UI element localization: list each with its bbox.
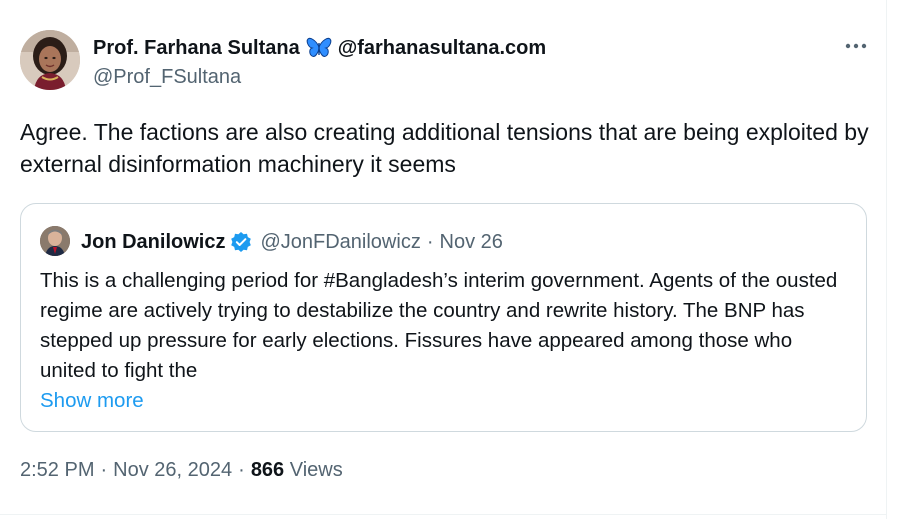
- quote-header: Jon Danilowicz @JonFDanilowicz · Nov 26: [81, 229, 503, 255]
- tweet-date[interactable]: Nov 26, 2024: [113, 459, 232, 481]
- ellipsis-icon: [845, 43, 867, 49]
- profile-photo-icon: [40, 226, 70, 256]
- butterfly-icon: [306, 37, 331, 57]
- quoted-tweet-card[interactable]: Jon Danilowicz @JonFDanilowicz · Nov 26 …: [20, 203, 867, 432]
- bottom-divider: [0, 514, 886, 515]
- tweet-time[interactable]: 2:52 PM: [20, 459, 94, 481]
- views-label: Views: [289, 459, 343, 481]
- show-more-link[interactable]: Show more: [40, 386, 144, 416]
- verified-badge-icon: [231, 232, 252, 252]
- quote-separator: ·: [426, 230, 434, 253]
- right-divider: [886, 0, 887, 519]
- quote-text: This is a challenging period for #Bangla…: [40, 269, 838, 382]
- quote-author-avatar[interactable]: [40, 226, 70, 256]
- author-display-name[interactable]: Prof. Farhana Sultana: [93, 37, 300, 60]
- meta-separator: ·: [100, 459, 108, 481]
- quote-author-handle[interactable]: @JonFDanilowicz: [260, 231, 420, 254]
- more-options-button[interactable]: [838, 34, 874, 58]
- tweet-text: Agree. The factions are also creating ad…: [20, 119, 869, 177]
- profile-photo-icon: [20, 30, 80, 90]
- views-count: 866: [250, 459, 285, 481]
- tweet-meta: 2:52 PM · Nov 26, 2024 · 866 Views: [20, 459, 343, 482]
- author-name-line[interactable]: Prof. Farhana Sultana @farhanasultana.co…: [93, 36, 546, 60]
- author-handle[interactable]: @Prof_FSultana: [93, 66, 241, 89]
- quote-date[interactable]: Nov 26: [440, 231, 503, 254]
- quote-author-display-name[interactable]: Jon Danilowicz: [81, 231, 225, 254]
- meta-separator: ·: [238, 459, 245, 481]
- author-avatar[interactable]: [20, 30, 80, 90]
- author-bio-handle: @farhanasultana.com: [337, 36, 547, 59]
